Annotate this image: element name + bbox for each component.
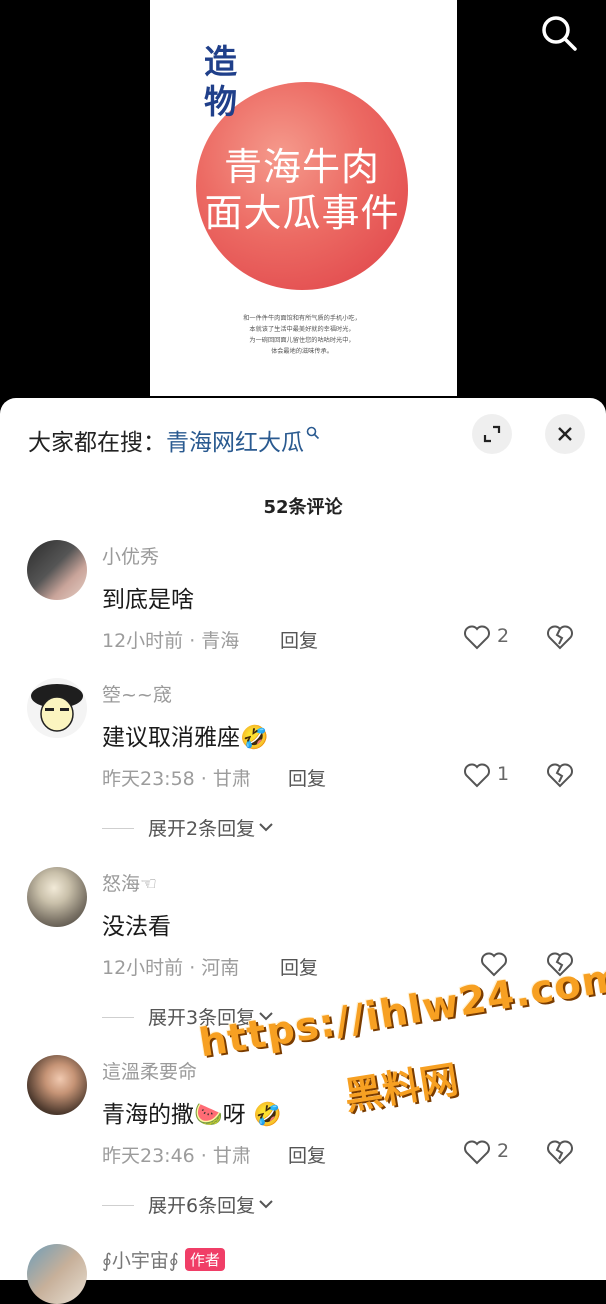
cover-desc-line: 体会最地的滋味传承。 — [271, 348, 333, 355]
cover-title: 青海牛肉 面大瓜事件 — [196, 144, 408, 236]
comment-meta: 12小时前 · 河南 — [102, 957, 240, 979]
author-badge: 作者 — [184, 1248, 225, 1271]
comment-username[interactable]: 小优秀 — [102, 542, 159, 569]
chevron-down-icon — [257, 816, 275, 832]
heart-icon — [464, 763, 490, 788]
reply-button[interactable]: 回复 — [280, 953, 318, 980]
dislike-button[interactable] — [546, 1139, 576, 1167]
like-button[interactable]: 1 — [463, 762, 543, 790]
comment-text: 到底是啥 — [102, 587, 194, 613]
expand-replies-label: 展开6条回复 — [148, 1195, 256, 1217]
comment-meta: 12小时前 · 青海 — [102, 630, 240, 652]
close-icon — [558, 427, 572, 441]
heart-icon — [464, 1140, 490, 1165]
comment-text: 青海的撒🍉呀 🤣 — [102, 1102, 282, 1128]
reply-button[interactable]: 回复 — [288, 764, 326, 791]
heart-icon — [464, 625, 490, 650]
hot-search-prefix: 大家都在搜： — [28, 430, 166, 456]
comment-meta: 昨天23:46 · 甘肃 — [102, 1145, 251, 1167]
comment-count: 52条评论 — [263, 497, 343, 518]
cover-desc-line: 本就该了生活中最美好就的幸福时光， — [249, 326, 355, 333]
comment-text: 建议取消雅座🤣 — [102, 725, 269, 751]
divider — [102, 828, 134, 829]
comment-text: 没法看 — [102, 914, 171, 940]
avatar[interactable] — [27, 867, 87, 927]
like-button[interactable]: 2 — [463, 1139, 543, 1167]
search-icon[interactable] — [540, 14, 578, 52]
comment-username[interactable]: 怒海☜ — [102, 869, 157, 896]
expand-replies-button[interactable]: 展开2条回复 — [102, 814, 275, 841]
comment-meta: 昨天23:58 · 甘肃 — [102, 768, 251, 790]
comment-username-text: ∮小宇宙∮ — [102, 1250, 179, 1272]
chevron-down-icon — [257, 1193, 275, 1209]
broken-heart-icon — [547, 763, 573, 788]
reply-button[interactable]: 回复 — [288, 1141, 326, 1168]
like-count: 2 — [497, 1140, 510, 1162]
avatar[interactable] — [27, 1244, 87, 1304]
cover-desc-line: 和一件件牛肉面馆和有所气质的手机小吃， — [243, 315, 361, 322]
avatar[interactable] — [27, 678, 87, 738]
hot-search-term[interactable]: 青海网红大瓜 — [166, 430, 304, 456]
like-count: 2 — [497, 625, 510, 647]
comments-sheet: 大家都在搜：青海网红大瓜 52条评论 小优秀 到底是啥 12小时前 · 青海 回… — [0, 398, 606, 1304]
expand-replies-label: 展开2条回复 — [148, 818, 256, 840]
video-player[interactable]: 造物 青海牛肉 面大瓜事件 和一件件牛肉面馆和有所气质的手机小吃， 本就该了生活… — [0, 0, 606, 410]
dislike-button[interactable] — [546, 762, 576, 790]
comment-username[interactable]: 箜~~窚 — [102, 680, 172, 707]
expand-icon — [483, 425, 501, 443]
close-button[interactable] — [545, 414, 585, 454]
comment-username[interactable]: ∮小宇宙∮ 作者 — [102, 1246, 225, 1273]
broken-heart-icon — [547, 1140, 573, 1165]
cover-desc-line: 为一碗回回面儿留住您的咕咕时光中， — [249, 337, 355, 344]
cover-side-title: 造物 — [204, 42, 237, 121]
divider — [102, 1017, 134, 1018]
reply-button[interactable]: 回复 — [280, 626, 318, 653]
cover-description: 和一件件牛肉面馆和有所气质的手机小吃， 本就该了生活中最美好就的幸福时光， 为一… — [222, 313, 382, 357]
like-count: 1 — [497, 763, 510, 785]
expand-button[interactable] — [472, 414, 512, 454]
avatar[interactable] — [27, 540, 87, 600]
cover-title-line2: 面大瓜事件 — [204, 191, 400, 235]
dislike-button[interactable] — [546, 624, 576, 652]
like-button[interactable]: 2 — [463, 624, 543, 652]
comment-username[interactable]: 這溫柔要命 — [102, 1057, 197, 1084]
expand-replies-button[interactable]: 展开6条回复 — [102, 1191, 275, 1218]
broken-heart-icon — [547, 625, 573, 650]
divider — [102, 1205, 134, 1206]
mini-search-icon — [306, 420, 320, 440]
cover-title-line1: 青海牛肉 — [223, 145, 380, 189]
hot-search-bar[interactable]: 大家都在搜：青海网红大瓜 — [28, 420, 320, 457]
avatar[interactable] — [27, 1055, 87, 1115]
